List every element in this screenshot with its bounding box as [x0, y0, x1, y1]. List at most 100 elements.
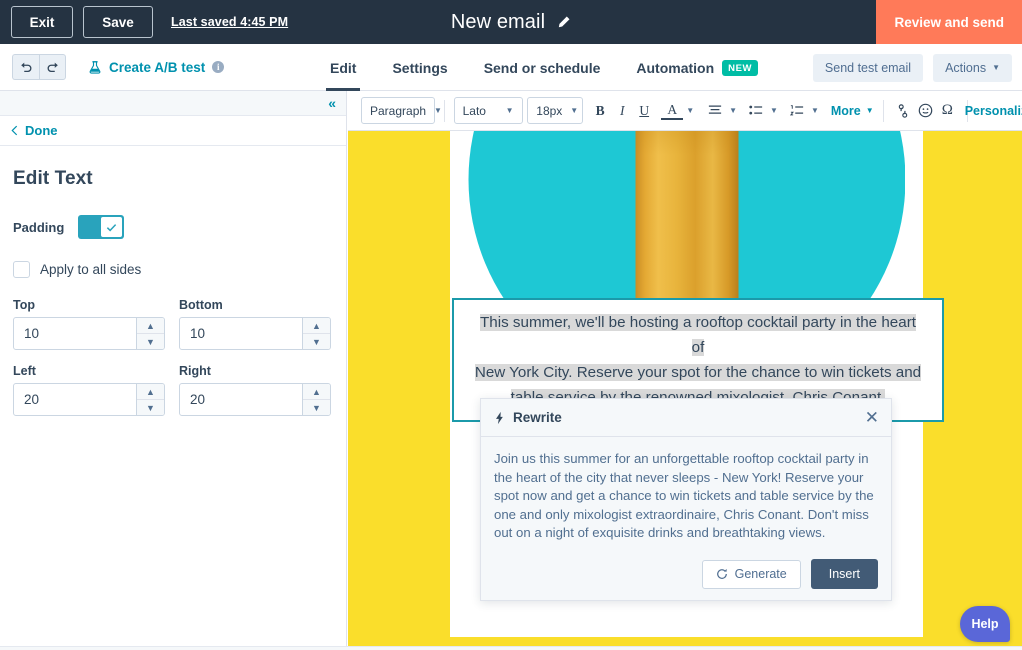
padding-right-arrows: ▲ ▼: [302, 384, 330, 415]
numbered-list-group[interactable]: ▼: [786, 98, 819, 124]
chevron-down-icon: ▼: [434, 106, 442, 115]
padding-fields-grid: Top ▲ ▼ Bottom ▲: [13, 298, 333, 430]
pencil-icon[interactable]: [556, 15, 571, 30]
email-body-line-2: New York City. Reserve your spot for the…: [475, 364, 921, 381]
rewrite-header: Rewrite ✕: [481, 399, 891, 437]
chevron-down-icon[interactable]: ▼: [137, 400, 164, 415]
padding-toggle[interactable]: [78, 215, 124, 239]
padding-left-input[interactable]: [14, 384, 136, 415]
apply-to-all-sides-label: Apply to all sides: [40, 262, 141, 277]
insert-label: Insert: [829, 567, 860, 581]
rewrite-actions: Generate Insert: [481, 548, 891, 600]
help-label: Help: [971, 617, 998, 631]
font-size-value: 18px: [536, 104, 562, 118]
link-icon[interactable]: [892, 98, 914, 124]
email-editor-app: Exit Save Last saved 4:45 PM New email R…: [0, 0, 1022, 650]
tab-send-or-schedule[interactable]: Send or schedule: [466, 44, 619, 91]
font-family-select[interactable]: Lato ▼: [454, 97, 523, 124]
chevron-up-icon[interactable]: ▲: [137, 384, 164, 400]
chevron-up-icon[interactable]: ▲: [137, 318, 164, 334]
create-ab-test-link[interactable]: Create A/B test i: [88, 60, 224, 75]
save-button[interactable]: Save: [83, 6, 153, 38]
paragraph-style-select[interactable]: Paragraph ▼: [361, 97, 435, 124]
tab-edit[interactable]: Edit: [312, 44, 374, 91]
padding-right-input[interactable]: [180, 384, 302, 415]
insert-button[interactable]: Insert: [811, 559, 878, 589]
padding-label: Padding: [13, 220, 64, 235]
info-icon[interactable]: i: [212, 61, 224, 73]
generate-button[interactable]: Generate: [702, 560, 801, 589]
underline-button[interactable]: U: [633, 98, 655, 124]
check-icon: [106, 222, 117, 233]
bold-button[interactable]: B: [589, 98, 611, 124]
chevron-down-icon[interactable]: ▼: [770, 106, 778, 115]
emoji-icon[interactable]: [914, 98, 936, 124]
chevron-up-icon[interactable]: ▲: [303, 318, 330, 334]
align-group[interactable]: ▼: [704, 98, 737, 124]
page-title: New email: [451, 11, 545, 34]
email-canvas: Paragraph ▼ Lato ▼ 18px ▼ B I U A ▼: [348, 91, 1022, 650]
padding-left-stepper[interactable]: ▲ ▼: [13, 383, 165, 416]
chevron-down-icon[interactable]: ▼: [686, 106, 694, 115]
padding-left-field: Left ▲ ▼: [13, 364, 165, 430]
double-chevron-left-icon[interactable]: «: [328, 96, 336, 110]
bullet-list-group[interactable]: ▼: [745, 98, 778, 124]
tab-automation[interactable]: Automation NEW: [618, 44, 776, 91]
panel-title: Edit Text: [13, 168, 333, 190]
more-dropdown[interactable]: More ▼: [829, 98, 874, 124]
text-color-group[interactable]: A ▼: [661, 102, 694, 120]
omega-symbol-icon[interactable]: Ω: [936, 98, 958, 124]
last-saved-link[interactable]: Last saved 4:45 PM: [171, 15, 288, 29]
italic-button[interactable]: I: [611, 98, 633, 124]
padding-right-stepper[interactable]: ▲ ▼: [179, 383, 331, 416]
rewrite-generated-text: Join us this summer for an unforgettable…: [481, 437, 891, 548]
redo-icon: [46, 60, 60, 74]
edit-text-sidebar: « Done Edit Text Padding Apply to all si: [0, 91, 347, 650]
font-size-select[interactable]: 18px ▼: [527, 97, 583, 124]
help-button[interactable]: Help: [960, 606, 1010, 642]
padding-top-stepper[interactable]: ▲ ▼: [13, 317, 165, 350]
hero-image[interactable]: [450, 131, 923, 306]
undo-icon: [19, 60, 33, 74]
close-icon[interactable]: ✕: [865, 409, 879, 426]
review-and-send-button[interactable]: Review and send: [876, 0, 1022, 44]
padding-right-label: Right: [179, 364, 331, 378]
chevron-down-icon[interactable]: ▼: [729, 106, 737, 115]
done-back-button[interactable]: Done: [11, 123, 58, 138]
personalize-button[interactable]: Personalize: [977, 98, 1022, 124]
rewrite-title: Rewrite: [513, 410, 562, 425]
chevron-down-icon[interactable]: ▼: [303, 400, 330, 415]
align-icon[interactable]: [704, 98, 726, 124]
chevron-down-icon[interactable]: ▼: [137, 334, 164, 349]
chevron-down-icon[interactable]: ▼: [811, 106, 819, 115]
sidebar-collapse-row: «: [0, 91, 346, 116]
apply-to-all-sides-row[interactable]: Apply to all sides: [13, 261, 333, 278]
send-test-email-button[interactable]: Send test email: [813, 54, 923, 82]
more-label[interactable]: More: [829, 98, 863, 124]
undo-button[interactable]: [12, 54, 39, 80]
tab-settings-label: Settings: [392, 60, 447, 76]
tab-settings[interactable]: Settings: [374, 44, 465, 91]
text-color-button[interactable]: A: [661, 102, 683, 120]
review-and-send-label: Review and send: [894, 15, 1004, 30]
padding-bottom-stepper[interactable]: ▲ ▼: [179, 317, 331, 350]
numbered-list-icon[interactable]: [786, 98, 808, 124]
exit-label: Exit: [30, 15, 55, 30]
redo-button[interactable]: [39, 54, 66, 80]
padding-top-arrows: ▲ ▼: [136, 318, 164, 349]
padding-bottom-input[interactable]: [180, 318, 302, 349]
refresh-icon: [716, 568, 728, 580]
actions-dropdown-button[interactable]: Actions ▼: [933, 54, 1012, 82]
chevron-down-icon[interactable]: ▼: [866, 106, 874, 115]
nav-right-actions: Send test email Actions ▼: [813, 44, 1012, 91]
send-test-email-label: Send test email: [825, 61, 911, 75]
apply-to-all-sides-checkbox[interactable]: [13, 261, 30, 278]
chevron-down-icon[interactable]: ▼: [303, 334, 330, 349]
bullet-list-icon[interactable]: [745, 98, 767, 124]
chevron-down-icon: ▼: [992, 63, 1000, 72]
editor-tabs: Edit Settings Send or schedule Automatio…: [312, 44, 776, 91]
padding-top-input[interactable]: [14, 318, 136, 349]
rewrite-panel: Rewrite ✕ Join us this summer for an unf…: [480, 398, 892, 601]
chevron-up-icon[interactable]: ▲: [303, 384, 330, 400]
exit-button[interactable]: Exit: [11, 6, 73, 38]
